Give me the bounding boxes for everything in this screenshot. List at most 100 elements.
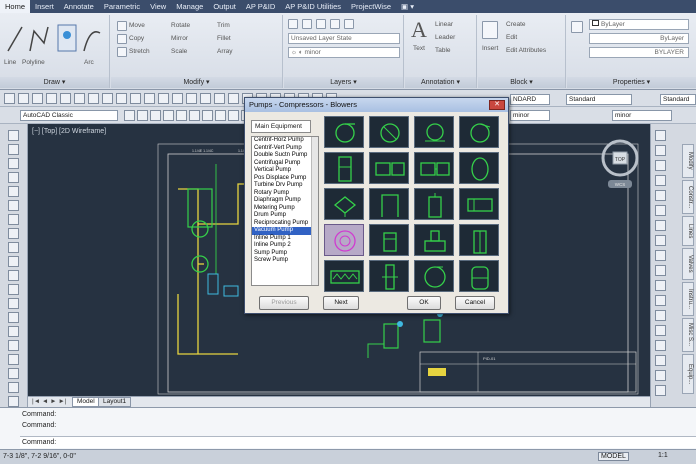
pump-symbol-cell[interactable] <box>369 188 409 220</box>
draw-tool-line[interactable]: Line <box>4 59 16 66</box>
pump-symbol-cell[interactable] <box>324 188 364 220</box>
draw-panel-title[interactable]: Draw ▾ <box>0 77 109 88</box>
lineweight-dropdown[interactable]: BYLAYER <box>589 47 689 58</box>
draw-tool-icon[interactable] <box>8 284 19 295</box>
match-properties-icon[interactable] <box>571 21 583 33</box>
pump-symbol-cell[interactable] <box>414 116 454 148</box>
layer-state-icon[interactable] <box>302 19 312 29</box>
linear-dim-button[interactable]: Linear <box>435 21 453 28</box>
palette-tab-constr[interactable]: Constr... <box>682 180 694 214</box>
ribbon-tab[interactable]: Manage <box>171 0 208 13</box>
toolbar-tool-icon[interactable] <box>137 110 148 121</box>
draw-tool-icon[interactable] <box>8 186 19 197</box>
pump-symbol-cell[interactable] <box>324 260 364 292</box>
toolbar-tool-icon[interactable] <box>158 93 169 104</box>
modify-tool-icon[interactable] <box>655 205 666 216</box>
toolbar-tool-icon[interactable] <box>32 93 43 104</box>
annotation-scale[interactable]: 1:1 <box>658 452 668 459</box>
annotation-panel-title[interactable]: Annotation ▾ <box>405 77 476 88</box>
toolbar-tool-icon[interactable] <box>18 93 29 104</box>
draw-tool-polyline[interactable]: Polyline <box>22 59 45 66</box>
linetype-dropdown[interactable]: ByLayer <box>589 33 689 44</box>
modify-tool-icon[interactable] <box>655 175 666 186</box>
draw-tool-icon[interactable] <box>8 158 19 169</box>
pump-symbol-cell[interactable] <box>369 260 409 292</box>
list-item[interactable]: Turbine Drv Pump <box>252 182 318 190</box>
next-button[interactable]: Next <box>323 296 359 310</box>
draw-tool-icon[interactable] <box>8 242 19 253</box>
list-item[interactable]: Vacuum Pump <box>252 227 318 235</box>
modify-tool-icon[interactable] <box>655 265 666 276</box>
ribbon-tab[interactable]: Parametric <box>99 0 145 13</box>
draw-tool-icon[interactable] <box>8 172 19 183</box>
draw-tool-icon[interactable] <box>8 130 19 141</box>
draw-tool-icon[interactable] <box>8 228 19 239</box>
ribbon-tab[interactable]: ▣ ▾ <box>396 0 419 13</box>
category-header[interactable]: Main Equipment <box>251 120 311 133</box>
list-item[interactable]: Inline Pump 2 <box>252 242 318 250</box>
trim-button[interactable]: Trim <box>217 22 230 29</box>
model-space-button[interactable]: MODEL <box>598 452 629 461</box>
toolbar-tool-icon[interactable] <box>186 93 197 104</box>
toolbar-tool-icon[interactable] <box>4 93 15 104</box>
copy-button[interactable]: Copy <box>129 35 144 42</box>
pump-type-list[interactable]: Centrif-Horz Pump Centrif-Vert Pump Double… <box>251 136 319 286</box>
toolbar-tool-icon[interactable] <box>228 110 239 121</box>
palette-tab-misc[interactable]: Misc S... <box>682 318 694 352</box>
modify-tool-icon[interactable] <box>655 370 666 381</box>
scale-button[interactable]: Scale <box>171 48 187 55</box>
pump-symbol-cell[interactable] <box>369 152 409 184</box>
command-input[interactable]: Command: <box>20 436 696 448</box>
create-block-button[interactable]: Create <box>506 21 526 28</box>
color-dropdown[interactable]: ByLayer <box>589 19 689 30</box>
toolbar-tool-icon[interactable] <box>228 93 239 104</box>
mirror-button[interactable]: Mirror <box>171 35 188 42</box>
close-icon[interactable]: ✕ <box>489 100 505 110</box>
draw-tool-icon[interactable] <box>8 298 19 309</box>
toolbar-tool-icon[interactable] <box>144 93 155 104</box>
modify-panel-title[interactable]: Modify ▾ <box>111 77 282 88</box>
pump-symbol-cell[interactable] <box>324 116 364 148</box>
toolbar-tool-icon[interactable] <box>150 110 161 121</box>
ribbon-tab[interactable]: Output <box>208 0 241 13</box>
text-tool-label[interactable]: Text <box>413 45 425 52</box>
model-tab[interactable]: Model <box>72 397 100 407</box>
pump-symbol-cell[interactable] <box>459 152 499 184</box>
layout1-tab[interactable]: Layout1 <box>98 397 132 407</box>
draw-tool-icon[interactable] <box>8 368 19 379</box>
ribbon-tab[interactable]: Annotate <box>59 0 99 13</box>
insert-block-label[interactable]: Insert <box>482 45 498 52</box>
block-panel-title[interactable]: Block ▾ <box>478 77 565 88</box>
modify-tool-icon[interactable] <box>655 130 666 141</box>
layer-state-dropdown[interactable]: Unsaved Layer State <box>288 33 400 44</box>
layer-combo-2[interactable]: minor <box>612 110 672 121</box>
list-item[interactable]: Sump Pump <box>252 250 318 258</box>
toolbar-tool-icon[interactable] <box>200 93 211 104</box>
draw-tool-icon[interactable] <box>8 340 19 351</box>
palette-tab-instru[interactable]: Instru... <box>682 282 694 316</box>
dim-style-combo[interactable]: Standard <box>660 94 696 105</box>
pump-symbol-cell[interactable] <box>459 224 499 256</box>
standard-style-combo[interactable]: NDARD <box>510 94 550 105</box>
list-item[interactable]: Drum Pump <box>252 212 318 220</box>
toolbar-tool-icon[interactable] <box>88 93 99 104</box>
edit-attributes-button[interactable]: Edit Attributes <box>506 47 546 54</box>
list-item[interactable]: Centrif-Vert Pump <box>252 145 318 153</box>
toolbar-tool-icon[interactable] <box>215 110 226 121</box>
modify-tool-icon[interactable] <box>655 145 666 156</box>
ribbon-tab[interactable]: AP P&ID Utilities <box>280 0 346 13</box>
toolbar-tool-icon[interactable] <box>124 110 135 121</box>
layer-combo[interactable]: minor <box>510 110 550 121</box>
pump-symbol-cell[interactable] <box>324 224 364 256</box>
modify-tool-icon[interactable] <box>655 340 666 351</box>
previous-button[interactable]: Previous <box>259 296 309 310</box>
palette-tab-modify[interactable]: Modify <box>682 144 694 178</box>
edit-block-button[interactable]: Edit <box>506 34 517 41</box>
draw-tool-icon[interactable] <box>8 312 19 323</box>
ribbon-tab[interactable]: View <box>145 0 171 13</box>
ribbon-tab[interactable]: Insert <box>30 0 59 13</box>
pump-symbol-cell[interactable] <box>414 260 454 292</box>
draw-tool-icon[interactable] <box>8 396 19 407</box>
pump-symbol-cell[interactable] <box>369 116 409 148</box>
toolbar-tool-icon[interactable] <box>46 93 57 104</box>
